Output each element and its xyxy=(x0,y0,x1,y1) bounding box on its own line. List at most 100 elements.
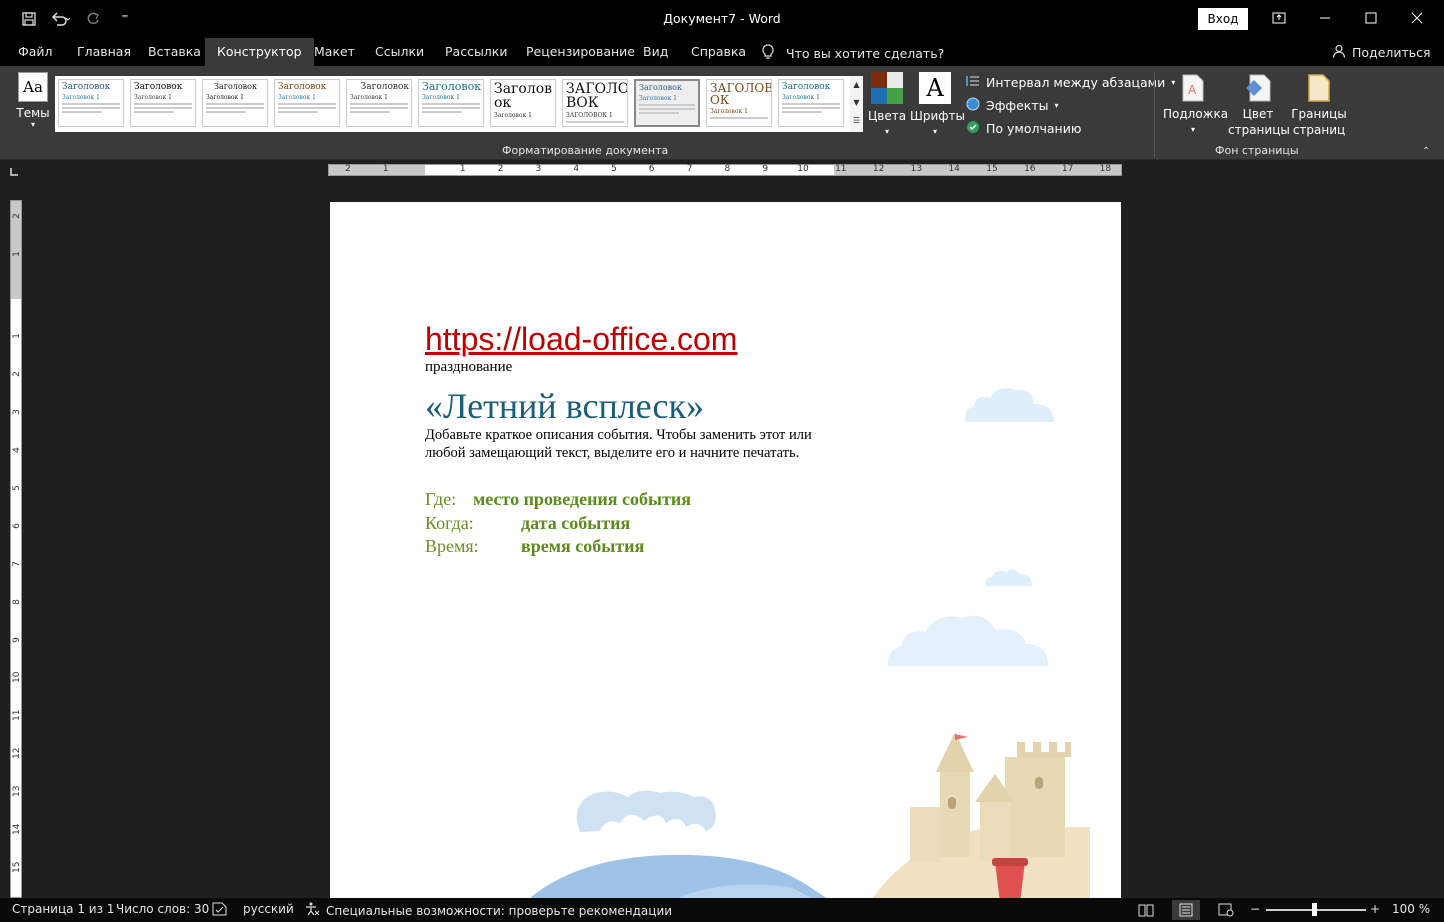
ruler-number: 15 xyxy=(12,861,22,873)
style-set-item-selected[interactable]: Заголовок Заголовок 1 xyxy=(634,79,700,127)
ruler-number: 15 xyxy=(986,164,998,174)
effects-label: Эффекты xyxy=(986,98,1049,113)
style-set-item[interactable]: Заголовок Заголовок 1 xyxy=(418,79,484,127)
tab-selector-icon[interactable] xyxy=(8,166,22,180)
style-set-item[interactable]: Заголовок Заголовок 1 xyxy=(58,79,124,127)
chevron-down-icon: ▾ xyxy=(884,127,889,136)
style-set-item[interactable]: ЗАГОЛО ВОК ЗАГОЛОВОК 1 xyxy=(562,79,628,127)
fonts-label: Шрифты xyxy=(910,109,965,123)
page-borders-button[interactable]: Границы страниц xyxy=(1290,74,1348,138)
themes-button[interactable]: Aa Темы ▾ xyxy=(12,72,54,129)
tab-help[interactable]: Справка xyxy=(679,38,758,66)
page-color-icon xyxy=(1244,74,1272,102)
ruler-number: 18 xyxy=(1099,164,1112,174)
style-set-item[interactable]: Заголовок Заголовок 1 xyxy=(202,79,268,127)
word-count[interactable]: Число слов: 30 xyxy=(116,902,209,916)
collapse-ribbon-icon[interactable]: ⌃ xyxy=(1422,146,1430,157)
tab-file[interactable]: Файл xyxy=(6,38,65,66)
paragraph-spacing-button[interactable]: Интервал между абзацами ▾ xyxy=(966,74,1175,91)
page-color-button[interactable]: Цвет страницы xyxy=(1226,74,1290,138)
ruler-number: 16 xyxy=(1024,164,1036,174)
zoom-slider-thumb[interactable] xyxy=(1312,903,1317,916)
print-layout-icon[interactable] xyxy=(1172,900,1200,920)
tab-home[interactable]: Главная xyxy=(65,38,143,66)
svg-text:A: A xyxy=(1188,83,1197,97)
accessibility-icon xyxy=(304,902,320,919)
close-icon[interactable] xyxy=(1394,4,1440,32)
tab-layout[interactable]: Макет xyxy=(302,38,367,66)
ruler-number: 7 xyxy=(686,164,693,174)
ruler-number: 8 xyxy=(12,599,22,605)
ruler-number: 6 xyxy=(648,164,655,174)
zoom-out-button[interactable]: − xyxy=(1250,902,1260,916)
person-icon xyxy=(1332,44,1346,61)
language-indicator[interactable]: русский xyxy=(243,902,294,916)
style-set-item[interactable]: Заголовок Заголовок 1 xyxy=(274,79,340,127)
ruler-number: 10 xyxy=(12,671,22,683)
tab-references[interactable]: Ссылки xyxy=(363,38,436,66)
accessibility-checker[interactable]: Специальные возможности: проверьте реком… xyxy=(304,902,672,919)
cloud-icon xyxy=(985,569,1032,586)
set-as-default-label: По умолчанию xyxy=(986,121,1082,136)
document-page[interactable]: https://load-office.com празднование «Ле… xyxy=(330,202,1121,902)
ruler-number: 4 xyxy=(12,447,22,453)
ruler-number: 14 xyxy=(12,823,22,835)
minimize-icon[interactable] xyxy=(1302,4,1348,32)
fonts-button[interactable]: A Шрифты ▾ xyxy=(910,72,965,140)
ruler-number: 2 xyxy=(12,371,22,377)
ruler-number: 3 xyxy=(535,164,542,174)
style-sets-gallery: Заголовок Заголовок 1 Заголовок Заголово… xyxy=(55,76,863,132)
gallery-more-icon[interactable]: ☰ xyxy=(850,112,863,130)
chevron-down-icon: ▾ xyxy=(932,127,937,136)
gallery-scroll-up-icon[interactable]: ▲ xyxy=(850,76,863,94)
detail-value-where: место проведения события xyxy=(473,489,692,509)
chevron-down-icon: ▾ xyxy=(1054,101,1059,110)
ruler-number: 2 xyxy=(345,164,351,174)
vertical-ruler[interactable]: 2 1 1 2 3 4 5 6 7 8 9 10 11 12 13 14 15 xyxy=(10,200,22,898)
tell-me-box[interactable]: Что вы хотите сделать? xyxy=(762,44,944,63)
tab-view[interactable]: Вид xyxy=(631,38,680,66)
tab-design[interactable]: Конструктор xyxy=(205,38,314,66)
read-mode-icon[interactable] xyxy=(1132,900,1160,920)
watermark-icon: A xyxy=(1182,74,1204,102)
watermark-button[interactable]: A Подложка ▾ xyxy=(1163,74,1228,138)
style-set-item[interactable]: ЗАГОЛОВ ОК Заголовок 1 xyxy=(706,79,772,127)
effects-icon xyxy=(966,97,980,114)
detail-label-time: Время: xyxy=(425,536,479,556)
colors-button[interactable]: Цвета ▾ xyxy=(866,72,908,140)
ribbon-display-options-icon[interactable] xyxy=(1256,4,1302,32)
proofing-icon[interactable] xyxy=(212,902,228,916)
colors-label: Цвета xyxy=(867,109,907,123)
detail-value-when: дата события xyxy=(521,513,631,533)
maximize-icon[interactable] xyxy=(1348,4,1394,32)
style-set-item[interactable]: Заголовок Заголовок 1 xyxy=(778,79,844,127)
signin-button[interactable]: Вход xyxy=(1198,8,1248,30)
style-set-item[interactable]: Заголовок Заголовок 1 xyxy=(130,79,196,127)
web-layout-icon[interactable] xyxy=(1212,900,1240,920)
horizontal-ruler[interactable]: 2 1 1 2 3 4 5 6 7 8 9 10 11 12 13 14 15 16 17 18 xyxy=(328,164,1122,176)
page-count[interactable]: Страница 1 из 1 xyxy=(12,902,114,916)
zoom-in-button[interactable]: + xyxy=(1370,902,1380,916)
ruler-number: 2 xyxy=(12,213,22,219)
ruler-number: 12 xyxy=(12,747,22,759)
ruler-number: 2 xyxy=(497,164,504,174)
gallery-scroll-down-icon[interactable]: ▼ xyxy=(850,94,863,112)
share-button[interactable]: Поделиться xyxy=(1332,44,1431,61)
title-bar: ⁼ Документ7 - Word Вход xyxy=(0,0,1444,38)
effects-button[interactable]: Эффекты ▾ xyxy=(966,97,1059,114)
zoom-level[interactable]: 100 % xyxy=(1392,902,1430,916)
style-set-item[interactable]: Заголов ок Заголовок 1 xyxy=(490,79,556,127)
tab-review[interactable]: Рецензирование xyxy=(514,38,647,66)
ruler-number: 8 xyxy=(724,164,731,174)
style-set-item[interactable]: Заголовок Заголовок 1 xyxy=(346,79,412,127)
document-link[interactable]: https://load-office.com xyxy=(425,321,737,358)
ribbon-design: Aa Темы ▾ Заголовок Заголовок 1 Заголово… xyxy=(0,66,1444,160)
event-title: «Летний всплеск» xyxy=(425,386,705,426)
sandcastle-icon xyxy=(870,732,1090,902)
gallery-scroll[interactable]: ▲ ▼ ☰ xyxy=(850,76,863,132)
tab-insert[interactable]: Вставка xyxy=(136,38,213,66)
group-label-document-formatting: Форматирование документа xyxy=(502,144,669,157)
tab-mailings[interactable]: Рассылки xyxy=(433,38,519,66)
ruler-number: 7 xyxy=(12,561,22,567)
set-as-default-button[interactable]: По умолчанию xyxy=(966,120,1081,137)
